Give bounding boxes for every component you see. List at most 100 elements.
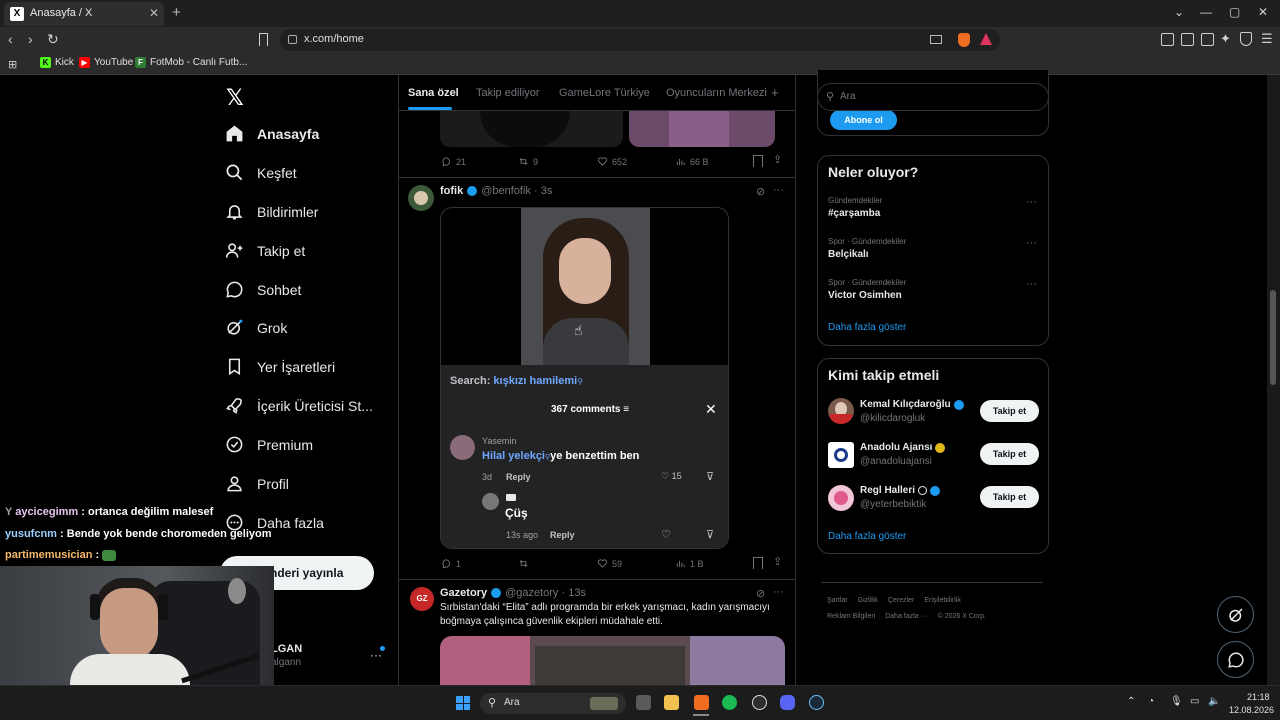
trend-more-icon[interactable]: ··· bbox=[1026, 196, 1037, 208]
post1-like[interactable]: 59 bbox=[597, 558, 622, 569]
file-explorer-icon[interactable] bbox=[664, 695, 679, 710]
post0-share-icon[interactable]: ⇪ bbox=[773, 153, 782, 166]
nav-grok[interactable]: Grok bbox=[225, 318, 287, 337]
yasemin-avatar[interactable] bbox=[450, 435, 475, 460]
comments-count[interactable]: 367 comments ≡ bbox=[551, 404, 629, 415]
extensions-icon[interactable] bbox=[1161, 33, 1174, 46]
nav-profile[interactable]: Profil bbox=[225, 474, 289, 493]
fofik-avatar[interactable] bbox=[408, 185, 434, 211]
heart-outline-icon[interactable]: ♡ bbox=[661, 528, 671, 541]
wallet-icon[interactable] bbox=[1201, 33, 1214, 46]
obs-icon[interactable] bbox=[752, 695, 767, 710]
nav-bookmarks[interactable]: Yer İşaretleri bbox=[225, 357, 335, 376]
dislike-icon[interactable]: ⊽ bbox=[706, 470, 714, 483]
brave-browser-icon[interactable] bbox=[694, 695, 709, 710]
post1-repost[interactable] bbox=[518, 558, 529, 569]
clock[interactable]: 21:18 bbox=[1247, 692, 1270, 702]
site-info-icon[interactable] bbox=[288, 35, 297, 44]
microphone-icon[interactable]: 🎙 bbox=[1170, 696, 1183, 707]
nav-premium[interactable]: Premium bbox=[225, 435, 313, 454]
vpn-shield-icon[interactable] bbox=[1240, 32, 1252, 46]
post1-share-icon[interactable]: ⇪ bbox=[773, 555, 782, 568]
post2-video[interactable] bbox=[440, 636, 785, 685]
sidebar-icon[interactable] bbox=[1181, 33, 1194, 46]
post2-handle[interactable]: @gazetory · 13s bbox=[505, 587, 586, 599]
follow-button[interactable]: Takip et bbox=[980, 486, 1039, 508]
nav-chat[interactable]: Sohbet bbox=[225, 280, 301, 299]
trend-more-icon[interactable]: ··· bbox=[1026, 278, 1037, 290]
post0-reply[interactable]: 21 bbox=[441, 156, 466, 167]
tray-app-icon[interactable]: ◔ bbox=[1148, 696, 1154, 707]
trend-title[interactable]: Victor Osimhen bbox=[828, 290, 902, 301]
post1-reply[interactable]: 1 bbox=[441, 558, 461, 569]
kilicdaroglu-avatar[interactable] bbox=[828, 398, 854, 424]
dislike-icon[interactable]: ⊽ bbox=[706, 528, 714, 541]
post1-handle[interactable]: @benfofik · 3s bbox=[481, 185, 552, 197]
regl-halleri-avatar[interactable] bbox=[828, 485, 854, 511]
steam-icon[interactable] bbox=[809, 695, 824, 710]
discord-icon[interactable] bbox=[780, 695, 795, 710]
taskbar-search[interactable]: ⚲ Ara bbox=[480, 693, 626, 714]
windows-start-icon[interactable] bbox=[456, 696, 470, 710]
bookmark-kick[interactable]: K Kick bbox=[40, 57, 74, 68]
nav-creator-studio[interactable]: İçerik Üreticisi St... bbox=[225, 396, 373, 415]
post0-repost[interactable]: 9 bbox=[518, 156, 538, 167]
anadolu-avatar[interactable] bbox=[828, 442, 854, 468]
post1-views[interactable]: 1 B bbox=[675, 558, 704, 569]
search-input[interactable]: ⚲ Ara bbox=[817, 83, 1049, 111]
post0-image-right[interactable] bbox=[629, 111, 775, 147]
leo-ai-icon[interactable]: ✦ bbox=[1220, 31, 1231, 47]
bookmark-fotmob[interactable]: F FotMob - Canlı Futb... bbox=[135, 57, 247, 68]
nav-follow[interactable]: Takip et bbox=[225, 241, 305, 260]
close-comments-icon[interactable]: ✕ bbox=[705, 401, 717, 418]
reply-avatar[interactable] bbox=[482, 493, 499, 510]
trend-more-icon[interactable]: ··· bbox=[1026, 237, 1037, 249]
tiktok-search[interactable]: Search: kışkızı hamilemi⚲ bbox=[450, 375, 583, 387]
browser-tab[interactable]: X Anasayfa / X ✕ bbox=[4, 2, 164, 26]
post0-bookmark-icon[interactable] bbox=[753, 155, 763, 167]
post1-bookmark-icon[interactable] bbox=[753, 557, 763, 569]
new-tab-icon[interactable]: + bbox=[172, 4, 181, 21]
subscribe-button[interactable]: Abone ol bbox=[830, 110, 897, 130]
apps-grid-icon[interactable]: ⊞ bbox=[8, 58, 17, 71]
scrollbar-thumb[interactable] bbox=[1270, 290, 1276, 385]
comment1-user[interactable]: Yasemin bbox=[482, 436, 516, 446]
x-logo-icon[interactable]: 𝕏 bbox=[226, 85, 244, 111]
spotify-icon[interactable] bbox=[722, 695, 737, 710]
comment2-reply[interactable]: Reply bbox=[550, 530, 575, 540]
post2-more-icon[interactable]: ··· bbox=[773, 586, 784, 598]
tab-following[interactable]: Takip ediliyor bbox=[476, 87, 540, 99]
comment1-like[interactable]: ♡ 15 bbox=[661, 471, 682, 482]
messages-fab[interactable] bbox=[1217, 641, 1254, 678]
close-window-icon[interactable]: ✕ bbox=[1258, 5, 1268, 19]
post0-image-left[interactable] bbox=[440, 111, 623, 147]
forward-icon[interactable]: › bbox=[28, 31, 33, 47]
post2-author-name[interactable]: Gazetory bbox=[440, 587, 487, 599]
bookmark-page-icon[interactable] bbox=[259, 33, 268, 46]
follow-button[interactable]: Takip et bbox=[980, 400, 1039, 422]
menu-icon[interactable]: ☰ bbox=[1261, 31, 1273, 47]
gazetory-avatar[interactable]: GZ bbox=[410, 587, 434, 611]
url-input[interactable]: x.com/home bbox=[280, 29, 1000, 51]
grok-fab[interactable] bbox=[1217, 596, 1254, 633]
cast-icon[interactable] bbox=[930, 35, 942, 44]
tab-for-you[interactable]: Sana özel bbox=[408, 87, 459, 99]
tray-chevron-icon[interactable]: ⌃ bbox=[1127, 696, 1135, 707]
grok-explain-icon[interactable]: ⊘ bbox=[756, 587, 765, 600]
tab-close-icon[interactable]: ✕ bbox=[149, 6, 159, 20]
trends-show-more[interactable]: Daha fazla göster bbox=[828, 322, 906, 333]
add-tab-icon[interactable]: + bbox=[771, 85, 779, 100]
tab-list-icon[interactable]: ⌄ bbox=[1174, 5, 1184, 19]
follow-show-more[interactable]: Daha fazla göster bbox=[828, 531, 906, 542]
brave-shield-icon[interactable] bbox=[958, 33, 970, 47]
account-name[interactable]: LGAN bbox=[271, 643, 302, 655]
back-icon[interactable]: ‹ bbox=[8, 31, 13, 47]
follow-button[interactable]: Takip et bbox=[980, 443, 1039, 465]
date[interactable]: 12.08.2026 bbox=[1229, 705, 1274, 715]
maximize-icon[interactable]: ▢ bbox=[1229, 5, 1240, 19]
volume-icon[interactable]: 🔈 bbox=[1208, 696, 1220, 707]
post0-like[interactable]: 652 bbox=[597, 156, 627, 167]
minimize-icon[interactable]: — bbox=[1200, 5, 1212, 19]
network-icon[interactable]: ▭ bbox=[1190, 696, 1199, 707]
brave-rewards-icon[interactable] bbox=[980, 33, 992, 45]
